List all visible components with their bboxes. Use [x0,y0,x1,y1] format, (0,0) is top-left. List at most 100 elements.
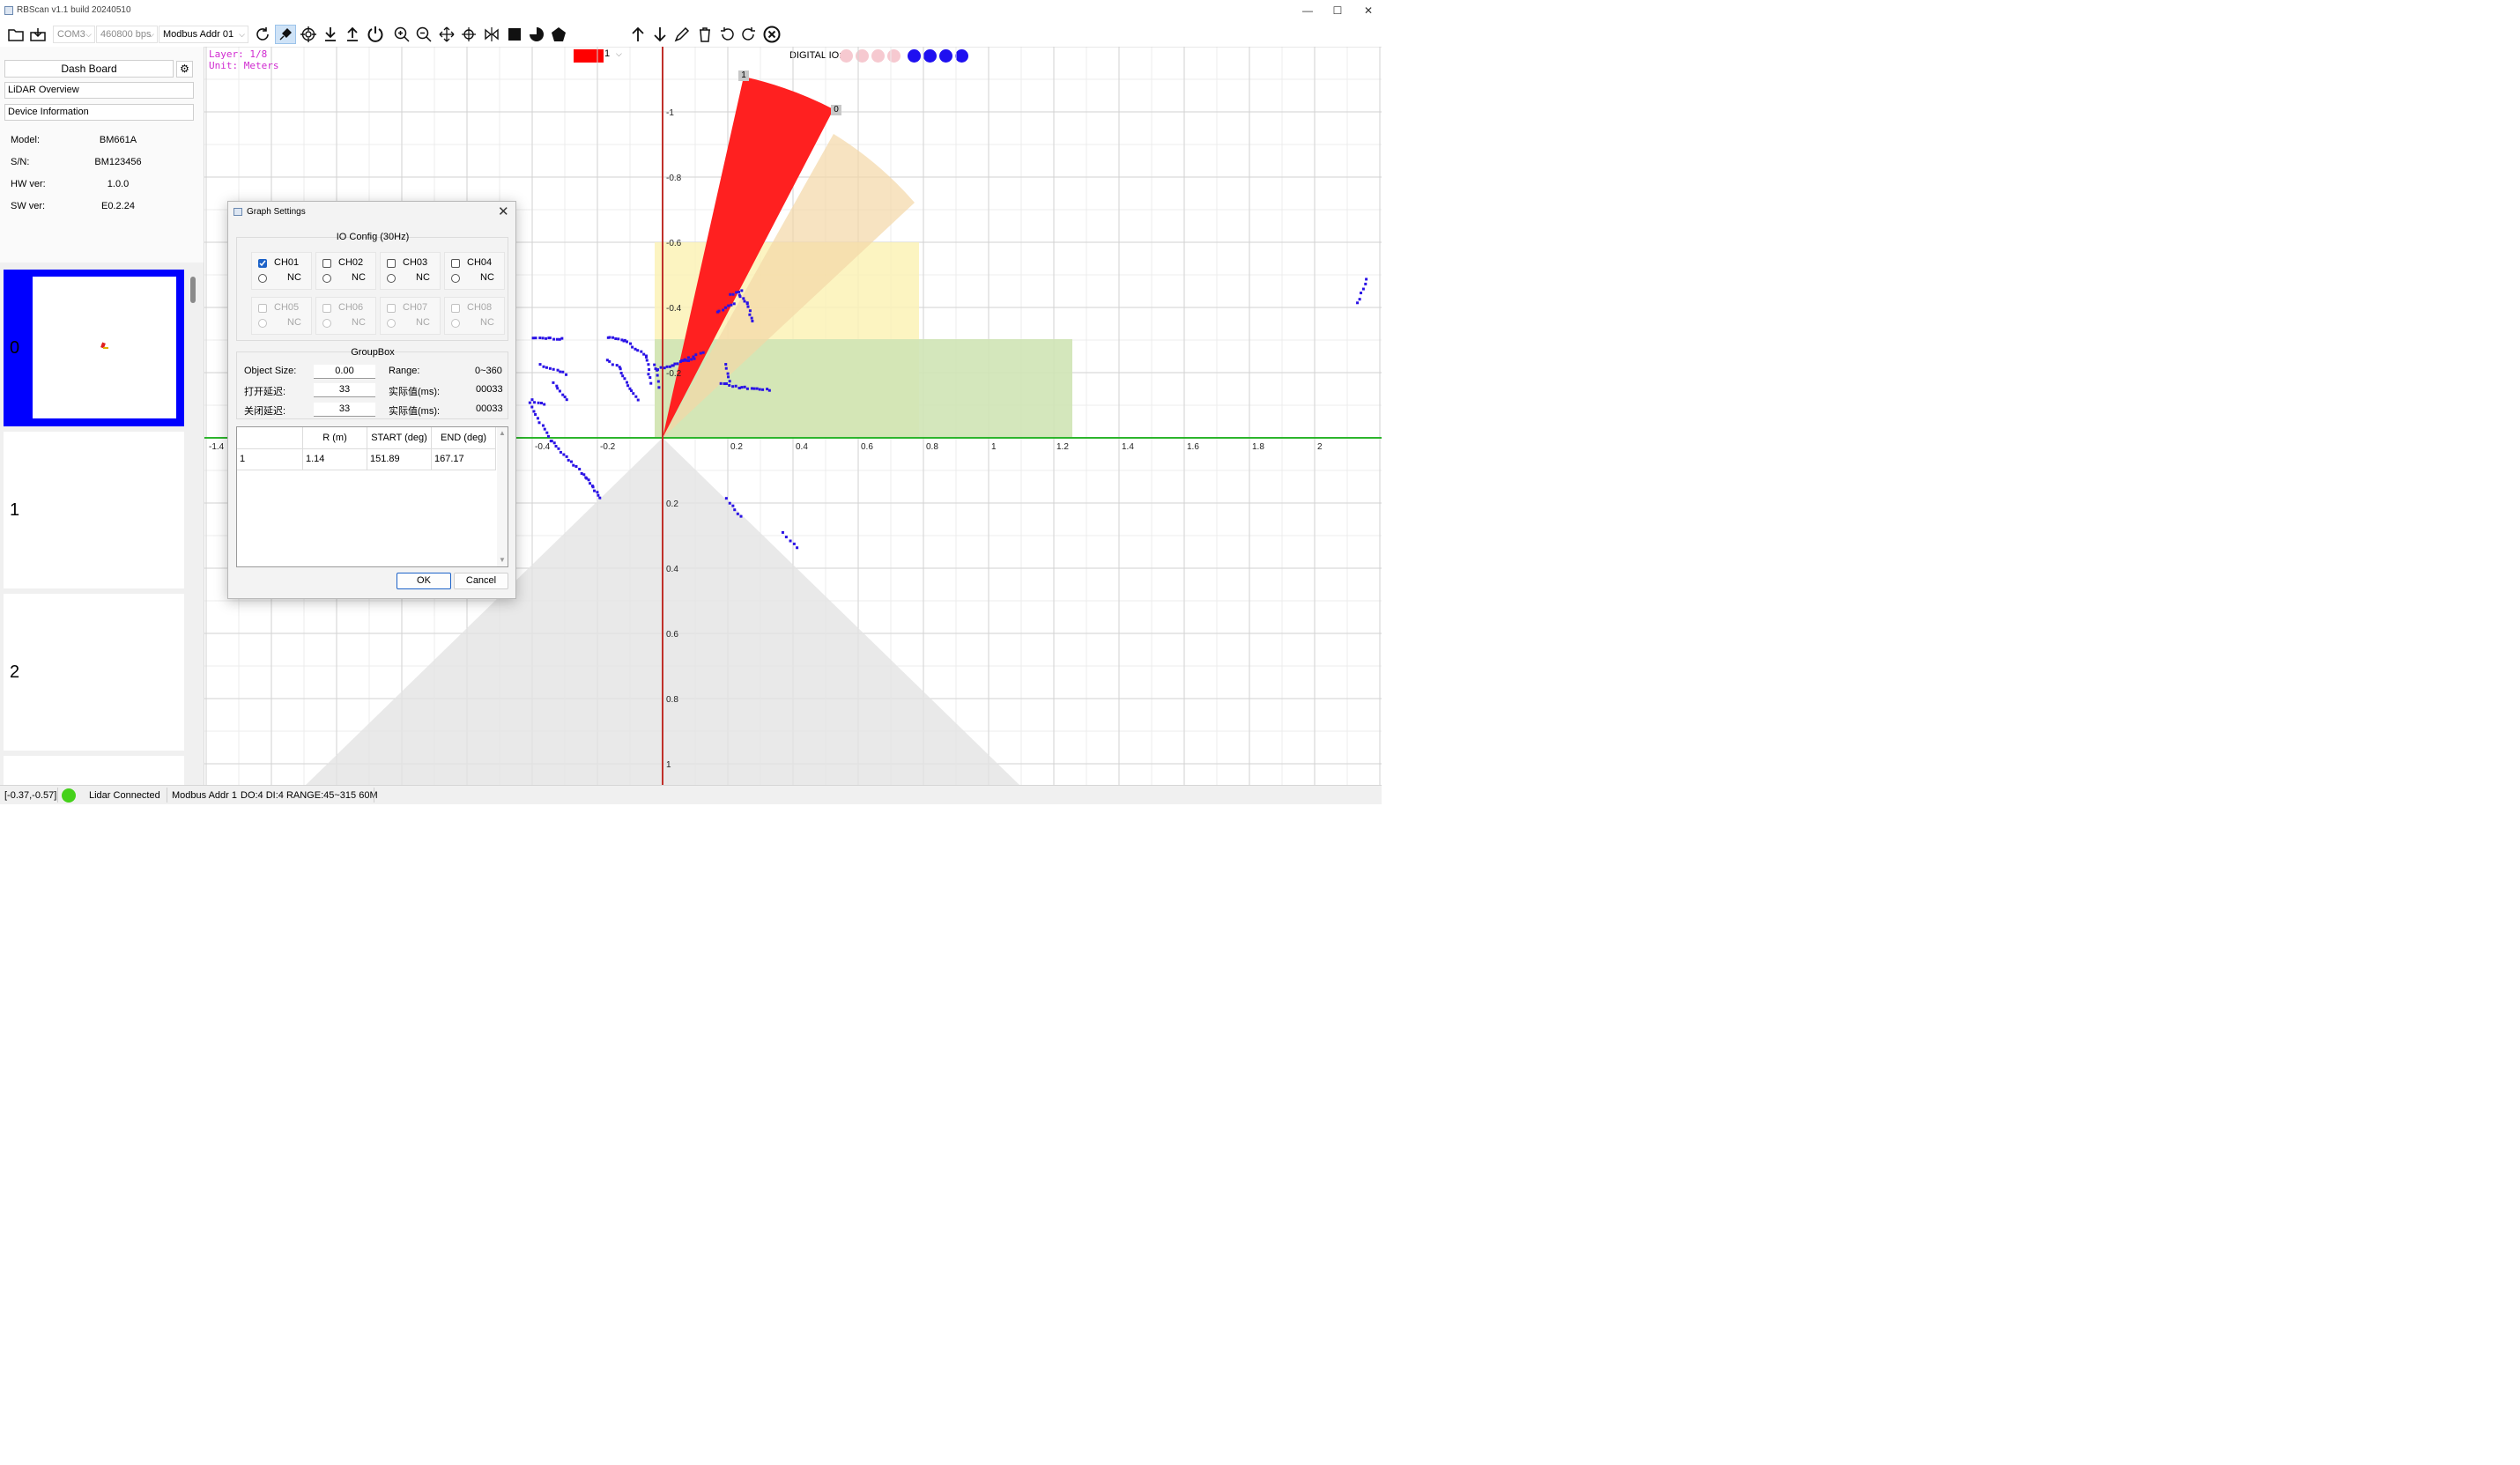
title-bar: RBScan v1.1 build 20240510 — ☐ ✕ [0,0,1382,22]
open-delay-input[interactable]: 33 [314,383,375,397]
com-port-select[interactable]: COM3 ⌵ [53,26,95,43]
scan-point [562,454,565,456]
scan-point [727,305,730,307]
scan-point [666,366,669,368]
zone-vertex-label-0[interactable]: 0 [831,105,841,115]
stop-square-icon[interactable] [505,25,524,44]
channel-checkbox [451,304,460,313]
channel-checkbox[interactable] [451,259,460,268]
pie-sector-icon[interactable] [527,25,546,44]
cancel-button[interactable]: Cancel [454,573,508,589]
scan-point [588,478,590,481]
power-reset-icon[interactable] [365,25,386,44]
polygon-icon[interactable] [549,25,568,44]
undo-icon[interactable] [717,25,737,44]
sw-ver-value: E0.2.24 [83,201,153,211]
scan-point [789,540,792,543]
zoom-in-icon[interactable] [392,25,411,44]
pencil-edit-icon[interactable] [672,25,692,44]
lidar-overview-button[interactable]: LiDAR Overview [4,82,194,99]
scan-point [732,293,735,296]
scroll-down-icon[interactable]: ▼ [499,556,506,564]
upload-icon[interactable] [343,25,362,44]
download-icon[interactable] [321,25,340,44]
thumbnail-scrollbar[interactable] [189,264,196,785]
baud-rate-select[interactable]: 460800 bps ⌵ [96,26,158,43]
scan-point [611,363,614,366]
table-cell: 167.17 [434,454,464,464]
scan-point [529,402,531,404]
scan-point [632,392,634,395]
close-window-button[interactable]: ✕ [1360,4,1377,18]
scan-point [634,348,637,351]
scan-point [725,382,728,385]
channel-label: CH05 [274,302,299,313]
scan-point [559,389,561,392]
maximize-button[interactable]: ☐ [1329,4,1346,18]
channel-mode-radio [322,319,331,328]
ok-button[interactable]: OK [397,573,451,589]
channel-checkbox[interactable] [322,259,331,268]
clear-circle-x-icon[interactable] [762,25,782,44]
connect-plug-icon[interactable] [275,25,296,44]
channel-label: CH03 [403,257,427,268]
scan-point [1365,277,1367,280]
x-tick-label: 1.2 [1056,442,1069,452]
arrow-down-icon[interactable] [650,25,670,44]
layer-thumb-0[interactable]: 0 [4,270,184,426]
layer-thumb-3[interactable] [4,756,184,785]
center-icon[interactable] [459,25,478,44]
range-label: Range: [389,366,419,376]
scan-point [782,531,784,534]
channel-checkbox [322,304,331,313]
scrollbar-thumb[interactable] [190,277,196,303]
modbus-addr-select[interactable]: Modbus Addr 01 ⌵ [159,26,248,43]
channel-mode-radio[interactable] [258,274,267,283]
flip-horizontal-icon[interactable] [482,25,501,44]
gear-icon[interactable]: ⚙ [176,61,193,78]
save-download-icon[interactable] [28,25,48,44]
scan-point [608,360,611,363]
channel-mode-radio[interactable] [322,274,331,283]
y-tick-label: 0.8 [666,695,678,705]
object-size-label: Object Size: [244,366,296,376]
pan-move-icon[interactable] [437,25,456,44]
table-row[interactable]: 1 1.14 151.89 167.17 [237,448,496,470]
target-crosshair-icon[interactable] [299,25,318,44]
channel-ch06: CH06 NC [315,297,376,335]
scan-point [739,295,742,298]
close-delay-input[interactable]: 33 [314,403,375,417]
redo-icon[interactable] [739,25,759,44]
channel-mode-radio[interactable] [451,274,460,283]
refresh-icon[interactable] [253,25,272,44]
minimize-button[interactable]: — [1299,4,1316,18]
object-size-input[interactable]: 0.00 [314,365,375,379]
channel-checkbox[interactable] [387,259,396,268]
open-folder-icon[interactable] [6,25,26,44]
arrow-up-icon[interactable] [628,25,648,44]
layer-thumb-label: 0 [10,338,19,359]
channel-mode-radio[interactable] [387,274,396,283]
zone-vertex-label-1[interactable]: 1 [738,70,749,81]
x-tick-label: -0.4 [535,442,551,452]
scroll-up-icon[interactable]: ▲ [499,429,506,437]
table-scrollbar[interactable]: ▲ ▼ [497,427,508,566]
x-tick-label: 1.6 [1187,442,1199,452]
layer-thumb-2[interactable]: 2 [4,594,184,751]
scan-point [649,376,651,379]
channel-label: CH07 [403,302,427,313]
scan-point [785,536,788,538]
zone-table[interactable]: R (m) START (deg) END (deg) 1 1.14 151.8… [236,426,508,567]
scan-point [570,461,573,463]
zoom-out-icon[interactable] [414,25,434,44]
scan-point [634,396,637,398]
scan-point [729,293,731,296]
close-icon[interactable]: ✕ [498,203,509,219]
channel-checkbox[interactable] [258,259,267,268]
device-information-button[interactable]: Device Information [4,104,194,121]
trash-icon[interactable] [695,25,715,44]
scan-point [744,300,746,302]
layer-thumb-1[interactable]: 1 [4,432,184,588]
dashboard-button[interactable]: Dash Board [4,60,174,78]
channel-mode-label: NC [416,272,430,283]
